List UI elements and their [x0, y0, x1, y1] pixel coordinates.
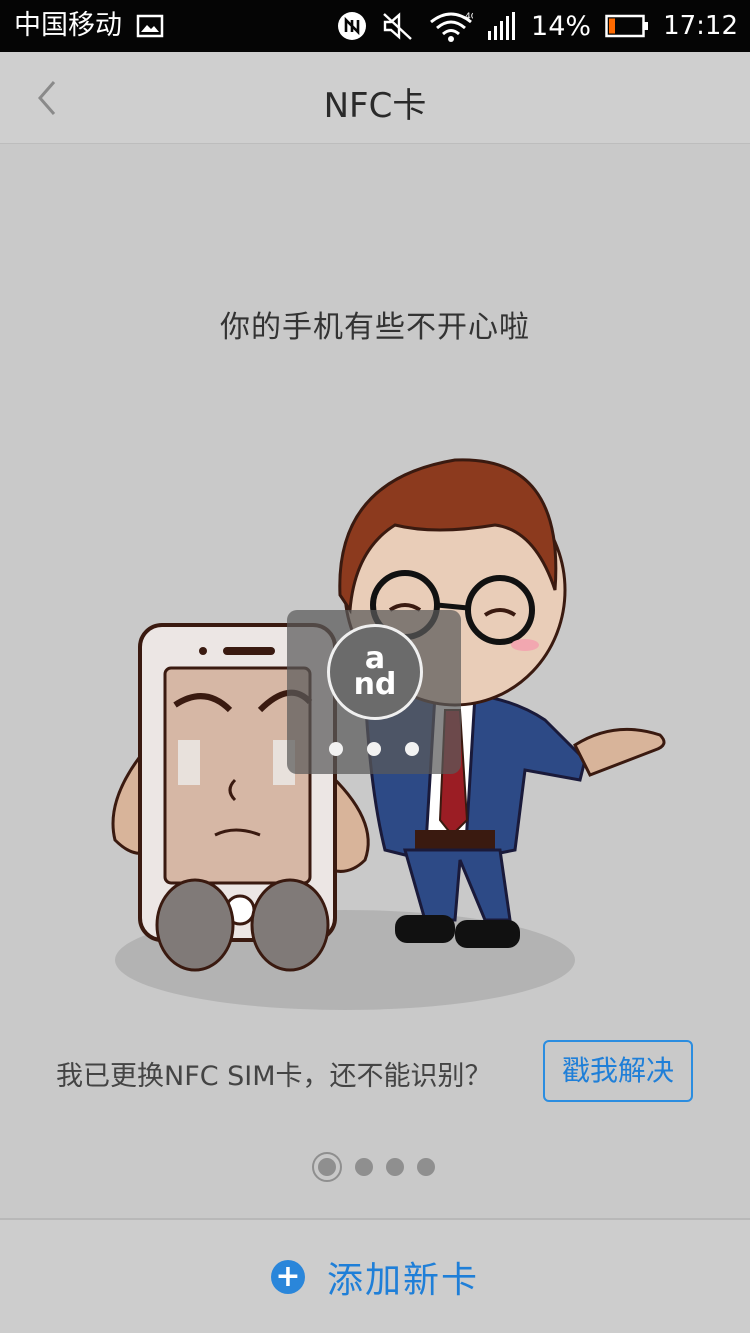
- page-dot[interactable]: [386, 1158, 404, 1176]
- headline-text: 你的手机有些不开心啦: [220, 310, 530, 345]
- battery-icon: [605, 14, 649, 38]
- plus-circle-icon: +: [270, 1259, 305, 1294]
- loading-dot: [405, 742, 419, 756]
- logo-line2: nd: [353, 667, 397, 702]
- wifi-icon: 4G: [430, 12, 473, 42]
- page-dot[interactable]: [355, 1158, 373, 1176]
- loading-dots: [329, 742, 419, 758]
- battery-percent: 14%: [531, 10, 592, 42]
- nfc-icon: [338, 12, 367, 40]
- image-icon: [136, 14, 164, 38]
- add-card-label: 添加新卡: [326, 1259, 479, 1301]
- page-dot[interactable]: [417, 1158, 435, 1176]
- resolve-button[interactable]: 戳我解决: [543, 1040, 693, 1102]
- loading-dot: [367, 742, 381, 756]
- status-left: 中国移动: [14, 8, 164, 44]
- help-text: 我已更换NFC SIM卡，还不能识别？: [56, 1061, 492, 1092]
- signal-icon: [488, 12, 516, 40]
- clock: 17:12: [663, 11, 738, 41]
- page-indicator: [312, 1152, 435, 1182]
- mute-icon: [383, 12, 412, 40]
- help-row: 我已更换NFC SIM卡，还不能识别？ 戳我解决: [0, 1040, 750, 1102]
- footer: + 添加新卡: [0, 1218, 750, 1333]
- add-card-button[interactable]: + 添加新卡: [0, 1220, 750, 1333]
- status-right: 4G 14% 17:12: [337, 8, 738, 44]
- network-type-label: 4G: [465, 12, 473, 22]
- status-bar: 中国移动 4G 14%: [0, 0, 750, 52]
- page-title: NFC卡: [323, 86, 427, 126]
- loading-overlay: a nd: [287, 610, 461, 774]
- carrier-name: 中国移动: [14, 10, 122, 41]
- app-bar: NFC卡: [0, 52, 750, 144]
- and-logo: a nd: [327, 624, 423, 720]
- page-dot-active[interactable]: [312, 1152, 342, 1182]
- loading-dot: [329, 742, 343, 756]
